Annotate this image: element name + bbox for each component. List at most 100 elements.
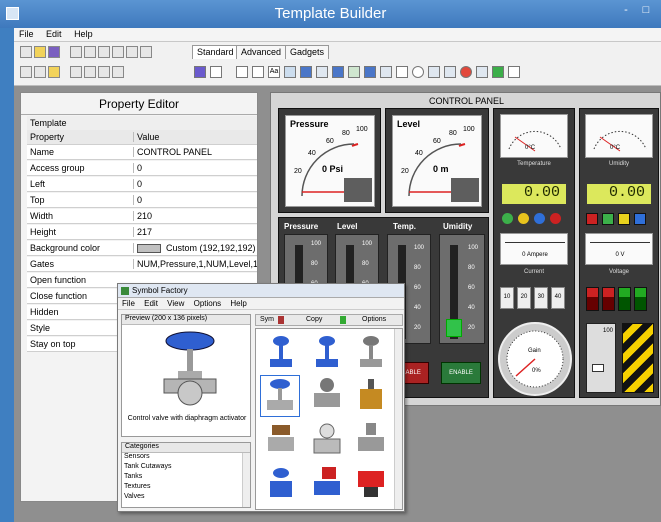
new-icon[interactable] [20, 46, 32, 58]
save-icon[interactable] [48, 46, 60, 58]
current-meter[interactable]: 0 Ampere [500, 233, 568, 265]
digit-button-10[interactable]: 10 [500, 287, 514, 309]
symbol-valve-steel[interactable] [308, 375, 346, 415]
property-row[interactable]: Width 210 [27, 209, 257, 224]
category-item[interactable]: Valves [122, 493, 250, 503]
chart-tool-icon[interactable] [348, 66, 360, 78]
sf-menu-file[interactable]: File [122, 299, 135, 308]
category-item[interactable]: Sensors [122, 453, 250, 463]
property-row[interactable]: Height 217 [27, 225, 257, 240]
switch-red-1[interactable] [586, 287, 599, 311]
panel-tool-icon[interactable] [284, 66, 296, 78]
temperature-meter[interactable]: 0°C [500, 114, 568, 158]
snap-icon[interactable] [84, 66, 96, 78]
digit-button-30[interactable]: 30 [534, 287, 548, 309]
list-tool-icon[interactable] [428, 66, 440, 78]
switch-green-2[interactable] [634, 287, 647, 311]
window-tool-icon[interactable] [508, 66, 520, 78]
blue-square-led-icon[interactable] [634, 213, 646, 225]
digit-button-40[interactable]: 40 [551, 287, 565, 309]
symbol-valve-blue-3[interactable] [262, 465, 300, 505]
symbol-valve-brass[interactable] [352, 375, 390, 415]
paste-icon[interactable] [48, 66, 60, 78]
button-tool-icon[interactable] [492, 66, 504, 78]
red-square-led-icon[interactable] [586, 213, 598, 225]
led-tool-icon[interactable] [460, 66, 472, 78]
symbol-gallery[interactable] [255, 328, 403, 510]
align-bottom-icon[interactable] [112, 46, 124, 58]
yellow-square-led-icon[interactable] [618, 213, 630, 225]
radio-tool-icon[interactable] [412, 66, 424, 78]
grid-icon[interactable] [70, 66, 82, 78]
zoom-icon[interactable] [98, 66, 110, 78]
align-right-icon[interactable] [84, 46, 96, 58]
green-square-led-icon[interactable] [602, 213, 614, 225]
color-swatch[interactable] [137, 244, 161, 253]
symbol-valve-white[interactable] [308, 421, 346, 461]
align-top-icon[interactable] [98, 46, 110, 58]
symbol-tool-icon[interactable] [476, 66, 488, 78]
property-row[interactable]: Top 0 [27, 193, 257, 208]
square-tool-icon[interactable] [236, 66, 248, 78]
property-row[interactable]: Name CONTROL PANEL [27, 145, 257, 160]
open-icon[interactable] [34, 46, 46, 58]
enable-button-green[interactable]: ENABLE [441, 362, 481, 384]
display-tool-icon[interactable] [364, 66, 376, 78]
category-item[interactable]: Tanks [122, 473, 250, 483]
digit-button-20[interactable]: 20 [517, 287, 531, 309]
pressure-gauge[interactable]: Pressure 20 40 60 80 100 0 Psi [285, 115, 375, 207]
copy-button[interactable]: Copy [306, 316, 322, 323]
property-value[interactable]: 0 [133, 179, 257, 189]
umidity-meter[interactable]: 0°C [585, 114, 653, 158]
menu-file[interactable]: File [14, 28, 39, 40]
symbol-valve-blue-1[interactable] [262, 333, 300, 373]
categories-list[interactable]: Categories Sensors Tank Cutaways Tanks T… [121, 442, 251, 508]
red-led-icon[interactable] [550, 213, 561, 224]
symbol-valve-grey[interactable] [352, 333, 390, 373]
combo-tool-icon[interactable] [444, 66, 456, 78]
sf-menu-view[interactable]: View [167, 299, 184, 308]
menu-edit[interactable]: Edit [41, 28, 67, 40]
text-tool-icon[interactable]: Aa [268, 66, 280, 78]
property-value[interactable]: 0 [133, 195, 257, 205]
frame-tool-icon[interactable] [252, 66, 264, 78]
vertical-fader[interactable]: 100 [586, 323, 616, 393]
yellow-led-icon[interactable] [518, 213, 529, 224]
checkbox-tool-icon[interactable] [396, 66, 408, 78]
switch-red-2[interactable] [602, 287, 615, 311]
tab-advanced[interactable]: Advanced [236, 45, 287, 59]
categories-scrollbar[interactable] [242, 453, 250, 507]
size-icon[interactable] [112, 66, 124, 78]
symbol-factory-window[interactable]: Symbol Factory File Edit View Options He… [117, 283, 405, 512]
property-value[interactable]: NUM,Pressure,1,NUM,Level,1,I [133, 259, 257, 269]
sf-menu-help[interactable]: Help [230, 299, 246, 308]
property-row[interactable]: Access group 0 [27, 161, 257, 176]
voltage-meter[interactable]: 0 V [585, 233, 653, 265]
monitor-tool-icon[interactable] [332, 66, 344, 78]
cut-icon[interactable] [20, 66, 32, 78]
property-row[interactable]: Gates NUM,Pressure,1,NUM,Level,1,I [27, 257, 257, 272]
property-row[interactable]: Background color Custom (192,192,192) [27, 241, 257, 256]
tab-gadgets[interactable]: Gadgets [285, 45, 330, 59]
symbol-valve-blue-2[interactable] [308, 333, 346, 373]
blue-led-icon[interactable] [534, 213, 545, 224]
slider-handle[interactable] [446, 319, 462, 337]
copy-icon[interactable] [34, 66, 46, 78]
fader-handle[interactable] [592, 364, 604, 372]
symbol-valve-grey-2[interactable] [352, 421, 390, 461]
symbol-actuator-red[interactable] [308, 465, 346, 505]
level-gauge[interactable]: Level 20 40 60 80 100 0 m [392, 115, 482, 207]
pointer-tool-icon[interactable] [194, 66, 206, 78]
switch-green-1[interactable] [618, 287, 631, 311]
maximize-button[interactable]: □ [636, 4, 656, 20]
sf-menu-edit[interactable]: Edit [144, 299, 158, 308]
minimize-button[interactable]: - [616, 4, 636, 20]
category-item[interactable]: Tank Cutaways [122, 463, 250, 473]
symbol-actuator-brown[interactable] [262, 421, 300, 461]
rectangle-tool-icon[interactable] [210, 66, 222, 78]
align-left-icon[interactable] [70, 46, 82, 58]
align-center-icon[interactable] [126, 46, 138, 58]
tab-standard[interactable]: Standard [192, 45, 239, 59]
property-value[interactable]: 217 [133, 227, 257, 237]
category-item[interactable]: Textures [122, 483, 250, 493]
